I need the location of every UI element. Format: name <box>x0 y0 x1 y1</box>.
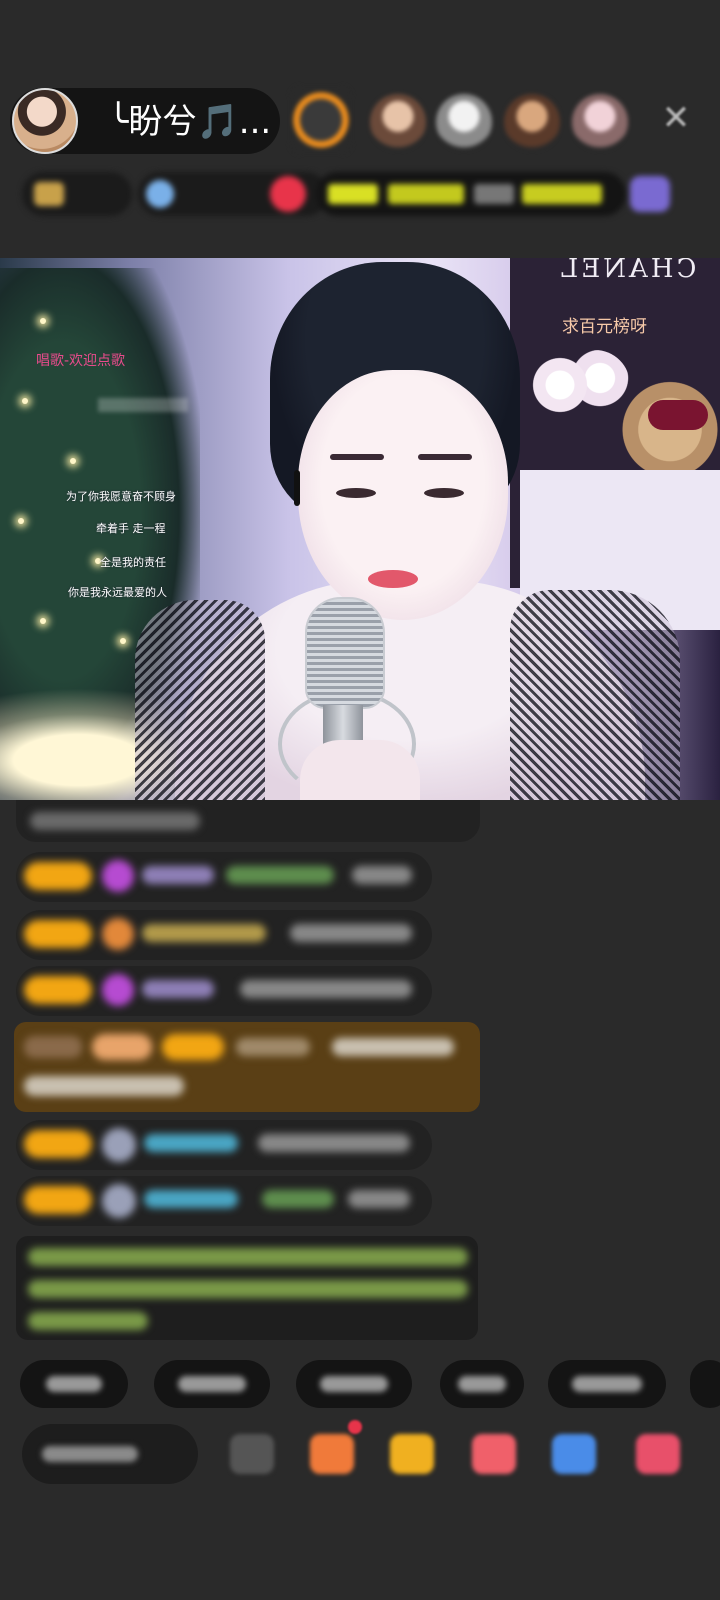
hand <box>300 740 420 800</box>
viewer-avatar-2[interactable] <box>370 94 426 150</box>
chat-input-placeholder <box>42 1446 138 1462</box>
gem-icon <box>102 974 134 1006</box>
heart-gift-icon[interactable] <box>472 1434 516 1474</box>
gift-message[interactable] <box>14 1022 480 1112</box>
fan-badge <box>24 920 92 948</box>
lyric-highlight <box>98 398 188 412</box>
chat-username[interactable] <box>142 980 214 998</box>
gift-user-level <box>24 1036 82 1058</box>
game-controller-icon[interactable] <box>552 1434 596 1474</box>
quick-chip-text <box>572 1376 642 1392</box>
stream-info-row <box>22 172 702 216</box>
viewer-avatar-4[interactable] <box>504 94 560 150</box>
tag-4 <box>522 184 602 204</box>
notice-line-2 <box>28 1280 468 1298</box>
chat-target <box>262 1190 334 1208</box>
fan-badge <box>24 1130 92 1158</box>
chat-username[interactable] <box>142 924 266 942</box>
fan-badge <box>24 862 92 890</box>
chat-username[interactable] <box>142 866 214 884</box>
chat-target <box>226 866 334 884</box>
chat-text-blurred <box>348 1190 410 1208</box>
rank-icon <box>34 182 64 206</box>
lyric-line-1: 为了你我愿意奋不顾身 <box>66 490 176 503</box>
chat-username[interactable] <box>144 1190 238 1208</box>
gift-text-blurred <box>332 1038 454 1056</box>
flower-vase <box>530 350 630 420</box>
notice-line-1 <box>28 1248 468 1266</box>
close-icon[interactable]: ✕ <box>658 100 694 136</box>
gift-text-blurred <box>24 1076 184 1096</box>
user-avatar-icon <box>102 1128 136 1162</box>
vip-badge <box>92 1034 152 1060</box>
crystal-icon <box>146 180 174 208</box>
notification-dot <box>348 1420 362 1434</box>
tag-1 <box>328 184 378 204</box>
viewer-avatar-1[interactable] <box>290 86 352 154</box>
chat-text-blurred <box>352 866 412 884</box>
notice-line-3 <box>28 1312 148 1330</box>
fan-badge <box>24 976 92 1004</box>
screen-icon[interactable] <box>230 1434 274 1474</box>
tree-light <box>40 318 46 324</box>
fan-badge <box>24 1186 92 1214</box>
left-eye <box>336 488 376 498</box>
brand-sign-text: CHANEL <box>558 258 697 284</box>
sheer-sleeve-right <box>510 590 680 800</box>
overlay-text: 求百元榜呀 <box>562 317 647 337</box>
quick-chip-text <box>320 1376 388 1392</box>
lips <box>368 570 418 588</box>
microphone-icon <box>305 597 385 709</box>
lyric-line-4: 你是我永远最爱的人 <box>68 586 167 599</box>
host-name[interactable]: ╰盼兮🎵... <box>108 100 271 144</box>
ice-cream-icon <box>102 918 134 950</box>
tree-light <box>18 518 24 524</box>
quick-chip-6[interactable] <box>690 1360 720 1408</box>
chat-text-blurred <box>30 812 200 830</box>
chat-text-blurred <box>290 924 412 942</box>
quick-chip-text <box>458 1376 506 1392</box>
left-brow <box>330 454 384 460</box>
earphone <box>294 470 300 506</box>
quick-chip-text <box>46 1376 102 1392</box>
lyric-line-3: 全是我的责任 <box>100 556 166 569</box>
sheer-sleeve-left <box>135 600 265 800</box>
activity-icon[interactable] <box>630 176 670 212</box>
chat-text-blurred <box>240 980 412 998</box>
live-video[interactable]: CHANEL 求百元榜呀 唱歌-欢迎点歌 为了你我愿意奋不顾身 牵着手 走一程 … <box>0 258 720 800</box>
treasure-icon[interactable] <box>390 1434 434 1474</box>
tag-3 <box>474 184 514 204</box>
brand-sign: CHANEL <box>558 258 696 284</box>
rose-bouquet <box>648 400 708 430</box>
viewer-avatar-3[interactable] <box>436 94 492 150</box>
tree-light <box>22 398 28 404</box>
gift-username[interactable] <box>236 1038 310 1056</box>
right-brow <box>418 454 472 460</box>
tree-light <box>40 618 46 624</box>
chat-text-blurred <box>258 1134 410 1152</box>
gem-icon <box>102 860 134 892</box>
tree-light <box>70 458 76 464</box>
lyric-line-2: 牵着手 走一程 <box>96 522 166 535</box>
gift-box-icon[interactable] <box>310 1434 354 1474</box>
host-avatar[interactable] <box>12 88 78 154</box>
right-eye <box>424 488 464 498</box>
song-request-title: 唱歌-欢迎点歌 <box>36 353 126 369</box>
chat-username[interactable] <box>144 1134 238 1152</box>
tree-light <box>120 638 126 644</box>
fan-badge <box>162 1034 224 1060</box>
viewer-avatar-5[interactable] <box>572 94 628 150</box>
user-avatar-icon <box>102 1184 136 1218</box>
heart-icon <box>270 176 306 212</box>
tag-2 <box>388 184 464 204</box>
quick-chip-text <box>178 1376 246 1392</box>
gift-icon[interactable] <box>636 1434 680 1474</box>
